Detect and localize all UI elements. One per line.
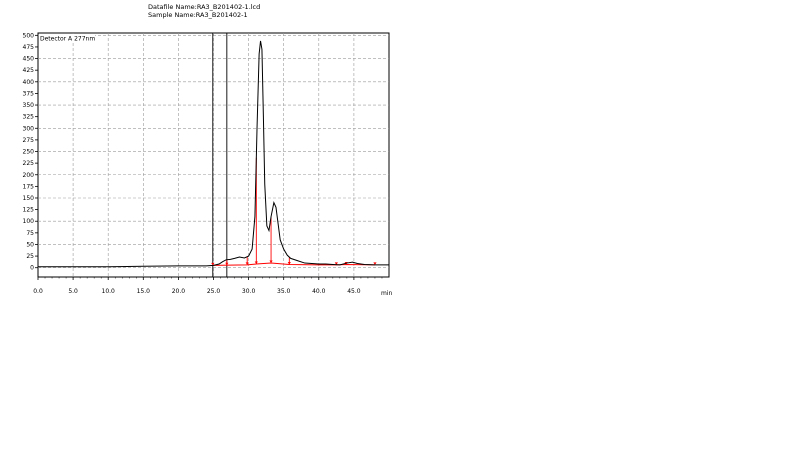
x-tick-label: 35.0 — [277, 288, 291, 295]
y-tick-label: 400 — [23, 79, 35, 86]
y-tick-label: 25 — [26, 253, 34, 260]
y-tick-label: 0 — [30, 265, 34, 272]
x-tick-label: 40.0 — [312, 288, 326, 295]
y-tick-label: 450 — [23, 56, 35, 63]
y-tick-label: 325 — [23, 114, 35, 121]
x-axis: 0.0 5.0 10.0 15.0 20.0 25.0 30.0 35.0 40.0 45.0 — [33, 277, 383, 295]
y-tick-label: 225 — [23, 160, 35, 167]
y-tick-label: 150 — [23, 195, 35, 202]
chromatogram-chart: 0.0 5.0 10.0 15.0 20.0 25.0 30.0 35.0 40.0 45.0 0… — [23, 32, 393, 297]
y-tick-label: 125 — [23, 207, 35, 214]
y-tick-label: 50 — [26, 241, 34, 248]
y-tick-label: 500 — [23, 32, 35, 39]
y-tick-label: 100 — [23, 218, 35, 225]
y-tick-label: 475 — [23, 44, 35, 51]
y-axis: 0 25 50 75 100 125 150 175 200 225 250 275 300 325 350… — [23, 32, 38, 272]
y-tick-label: 350 — [23, 102, 35, 109]
y-tick-label: 275 — [23, 137, 35, 144]
y-tick-label: 200 — [23, 172, 35, 179]
x-tick-label: 45.0 — [347, 288, 361, 295]
y-tick-label: 250 — [23, 149, 35, 156]
x-tick-label: 25.0 — [207, 288, 221, 295]
x-tick-label: 5.0 — [68, 288, 78, 295]
y-tick-label: 375 — [23, 90, 35, 97]
y-tick-label: 300 — [23, 125, 35, 132]
x-tick-label: 20.0 — [172, 288, 186, 295]
x-tick-label: 10.0 — [102, 288, 116, 295]
x-unit-label: min — [381, 290, 393, 297]
y-tick-label: 75 — [26, 230, 34, 237]
y-tick-label: 425 — [23, 67, 35, 74]
y-tick-label: 175 — [23, 183, 35, 190]
x-tick-label: 0.0 — [33, 288, 43, 295]
x-tick-label: 30.0 — [242, 288, 256, 295]
x-tick-label: 15.0 — [137, 288, 151, 295]
detector-label: Detector A 277nm — [40, 36, 95, 43]
